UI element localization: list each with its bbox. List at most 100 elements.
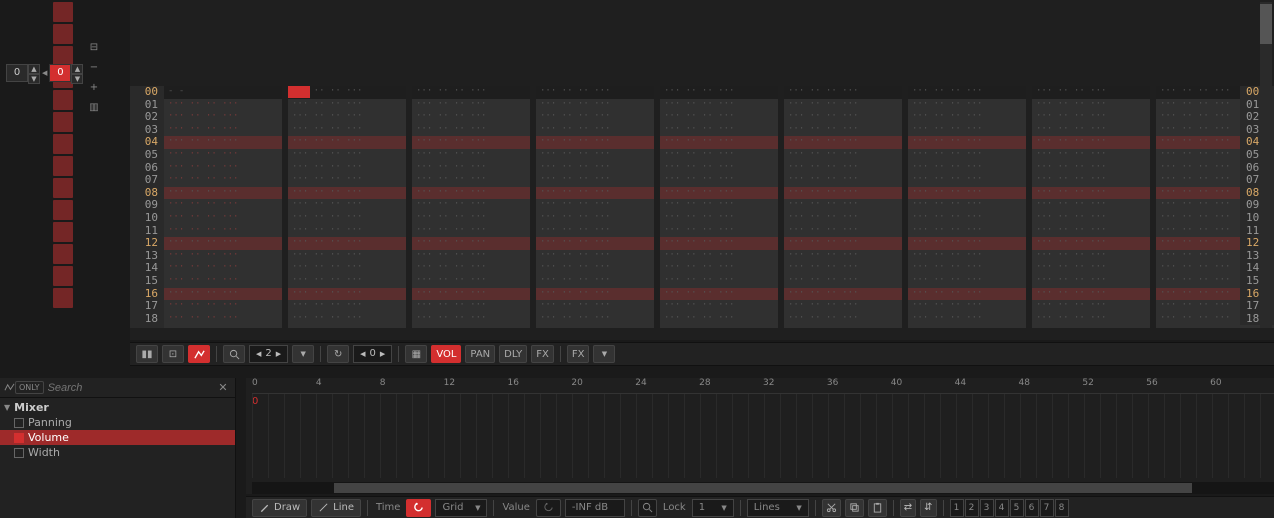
copy-button[interactable] [845,499,864,517]
selected-pattern-spinner[interactable]: ▲▼ [71,64,83,82]
checkbox-icon[interactable] [14,418,24,428]
minus-icon[interactable]: − [88,62,100,74]
scroll-thumb[interactable] [1260,4,1272,44]
record-toggle[interactable]: ⊡ [162,345,184,363]
layout-icon[interactable]: ⊟ [88,42,100,54]
ruler-tick: 60 [1210,378,1221,388]
cursor[interactable] [288,86,310,98]
ruler-tick: 28 [699,378,710,388]
tree-item[interactable]: Width [0,445,235,460]
tree-item[interactable]: Volume [0,430,235,445]
slot[interactable] [53,244,73,264]
pattern-toolbar: ▮▮ ⊡ ◀2▶ ▼ ↻ ◀0▶ ▦ VOL PAN DLY FX FX ▼ [130,342,1274,366]
ruler-tick: 44 [955,378,966,388]
fx-button[interactable]: FX [567,345,590,363]
scroll-thumb[interactable] [334,483,1192,493]
ruler-tick: 8 [380,378,386,388]
time-mode-select[interactable]: Grid▼ [435,499,487,517]
checkbox-icon[interactable] [14,433,24,443]
tab-pan[interactable]: PAN [465,345,495,363]
tree-item[interactable]: Panning [0,415,235,430]
tree-group-mixer[interactable]: ▼ Mixer [0,400,235,415]
grid-toggle[interactable]: ▦ [405,345,427,363]
slot[interactable] [53,200,73,220]
step-buttons[interactable]: 12345678 [950,499,1069,517]
slot[interactable] [53,156,73,176]
ruler-tick: 0 [252,378,258,388]
value-snap-toggle[interactable] [536,499,561,517]
automation-lane[interactable]: 04812162024283236404448525660 0 [246,378,1274,494]
search-button[interactable] [223,345,245,363]
step-5[interactable]: 5 [1010,499,1024,517]
fx-dropdown[interactable]: ▼ [593,345,615,363]
ruler-tick: 52 [1082,378,1093,388]
cut-button[interactable] [822,499,841,517]
automation-ruler[interactable]: 04812162024283236404448525660 [252,378,1274,394]
flip-v-button[interactable]: ⇵ [920,499,936,517]
track[interactable]: ··· ·· ·· ······ ·· ·· ······ ·· ·· ····… [1032,86,1150,328]
automation-toggle[interactable] [188,345,210,363]
pattern-sequencer-pane: 0 ▲▼ ◀ 0 ▲▼ ⊟ − + ▥ [0,0,130,340]
mapping-icon[interactable]: ▥ [88,102,100,114]
track[interactable]: - -··· ·· ·· ······ ·· ·· ······ ·· ·· ·… [164,86,282,328]
pattern-vscroll[interactable] [1260,2,1272,328]
loop-button[interactable]: ↻ [327,345,349,363]
pattern-index-spinner[interactable]: ▲▼ [28,64,40,82]
plus-icon[interactable]: + [88,82,100,94]
step-2[interactable]: 2 [965,499,979,517]
automation-tree[interactable]: ▼ Mixer PanningVolumeWidth [0,398,235,462]
lock-select[interactable]: 1▼ [692,499,734,517]
track[interactable]: ··· ·· ·· ······ ·· ·· ······ ·· ·· ····… [660,86,778,328]
ruler-tick: 32 [763,378,774,388]
step-value[interactable]: ◀2▶ [249,345,288,363]
wave-icon [4,382,15,393]
spin-value[interactable]: ◀0▶ [353,345,392,363]
slot[interactable] [53,90,73,110]
step-4[interactable]: 4 [995,499,1009,517]
slot[interactable] [53,134,73,154]
only-badge[interactable]: ONLY [15,381,44,394]
track[interactable]: ··· ·· ·· ······ ·· ·· ······ ·· ·· ····… [784,86,902,328]
slot[interactable] [53,178,73,198]
tab-dly[interactable]: DLY [499,345,527,363]
step-7[interactable]: 7 [1040,499,1054,517]
slot[interactable] [53,222,73,242]
draw-tool[interactable]: Draw [252,499,307,517]
slot[interactable] [53,46,73,66]
track[interactable]: ··· ·· ·· ······ ·· ·· ······ ·· ·· ····… [908,86,1026,328]
close-icon[interactable]: ✕ [215,381,231,394]
dropdown-button[interactable]: ▼ [292,345,314,363]
sequencer-slots[interactable] [53,0,78,310]
step-1[interactable]: 1 [950,499,964,517]
automation-hscroll[interactable] [252,482,1274,494]
automation-canvas[interactable] [252,394,1274,478]
slot[interactable] [53,2,73,22]
time-snap-toggle[interactable] [406,499,431,517]
step-3[interactable]: 3 [980,499,994,517]
selected-pattern-index[interactable]: 0 [49,64,71,82]
slot[interactable] [53,266,73,286]
slot[interactable] [53,112,73,132]
step-8[interactable]: 8 [1055,499,1069,517]
curve-mode-select[interactable]: Lines▼ [747,499,809,517]
pause-button[interactable]: ▮▮ [136,345,158,363]
checkbox-icon[interactable] [14,448,24,458]
chevron-down-icon: ▼ [4,403,10,412]
lock-search[interactable] [638,499,657,517]
paste-button[interactable] [868,499,887,517]
step-6[interactable]: 6 [1025,499,1039,517]
ruler-tick: 48 [1019,378,1030,388]
track[interactable]: ··· ·· ·· ······ ·· ·· ······ ·· ·· ····… [412,86,530,328]
flip-h-button[interactable]: ⇄ [900,499,916,517]
tab-vol[interactable]: VOL [431,345,461,363]
automation-search-input[interactable] [48,382,215,394]
tab-fx[interactable]: FX [531,345,554,363]
track[interactable]: ··· ·· ·· ······ ·· ·· ······ ·· ·· ····… [288,86,406,328]
slot[interactable] [53,288,73,308]
track[interactable]: ··· ·· ·· ······ ·· ·· ······ ·· ·· ····… [536,86,654,328]
pattern-editor[interactable]: 00010203040506070809101112131415161718 -… [130,0,1274,340]
pattern-index-value[interactable]: 0 [6,64,28,82]
line-tool[interactable]: Line [311,499,361,517]
ruler-tick: 12 [444,378,455,388]
slot[interactable] [53,24,73,44]
